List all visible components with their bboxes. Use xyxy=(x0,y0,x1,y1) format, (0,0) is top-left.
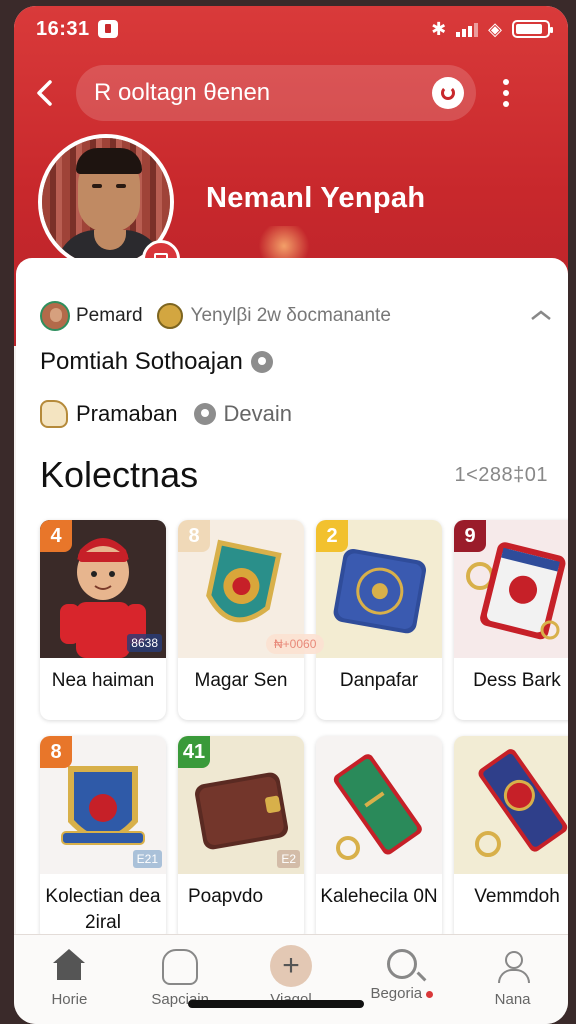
collection-title: Kolectnas xyxy=(40,454,199,495)
signal-icon xyxy=(456,21,479,37)
top-bar: R οoltagn θenen xyxy=(14,58,568,128)
refresh-icon[interactable] xyxy=(432,77,464,109)
meta-name: Pemard xyxy=(76,305,143,326)
nav-add[interactable]: + Viagol xyxy=(236,935,347,1024)
search-text: R οoltagn θenen xyxy=(94,79,271,106)
collection-item[interactable]: 4 8638 Nea haiman xyxy=(40,520,166,720)
item-tag: 8638 xyxy=(127,634,162,652)
profile-meta-row: Pemard Yenylβi 2w δocmanante xyxy=(40,298,552,334)
item-rank-badge: 9 xyxy=(454,520,486,552)
strap-keyring-image xyxy=(316,736,442,874)
phone-screen: 16:31 ✱ ◈ R οoltagn θenen Nemanl Yenpah xyxy=(14,6,568,1024)
location-icon xyxy=(250,351,273,373)
home-icon xyxy=(51,949,87,985)
meta-sub: Yenylβi 2w δocmanante xyxy=(190,305,391,326)
item-label: Kolectian dea 2iral xyxy=(45,886,161,933)
item-rank-badge: 8 xyxy=(178,520,210,552)
chevron-left-icon xyxy=(37,80,52,106)
collection-item[interactable]: Kalehecila 0N xyxy=(316,736,442,942)
profile-name: Nemanl Yenpah xyxy=(206,182,426,214)
subtitle-text: Pomtiah Sothoajan xyxy=(40,348,243,375)
item-label: Nea haiman xyxy=(51,670,155,691)
notification-icon xyxy=(97,20,118,38)
location-value: Devain xyxy=(223,401,292,426)
search-icon xyxy=(386,949,417,979)
bottom-nav: Horie Sapciain + Viagol Begoria Nana xyxy=(14,934,568,1024)
item-label: Magar Sen xyxy=(194,670,288,691)
more-options-button[interactable] xyxy=(476,58,536,128)
hand-icon xyxy=(40,400,68,428)
item-label: Poapvdo xyxy=(188,886,264,907)
item-rank-badge: 8 xyxy=(40,736,72,768)
item-rank-badge: 4 xyxy=(40,520,72,552)
medal-icon xyxy=(156,303,183,329)
pin-icon xyxy=(193,403,216,425)
nav-profile[interactable]: Nana xyxy=(457,935,568,1024)
location-label: Pramaban xyxy=(76,401,178,426)
plus-icon: + xyxy=(269,945,312,987)
profile-subtitle: Pomtiah Sothoajan xyxy=(40,348,273,376)
item-rank-badge: 2 xyxy=(316,520,348,552)
collection-item[interactable]: 41 E2 Poapvdo xyxy=(178,736,304,942)
nav-home[interactable]: Horie xyxy=(14,935,125,1024)
item-rank-badge: 41 xyxy=(178,736,210,768)
nav-shop[interactable]: Sapciain xyxy=(125,935,236,1024)
item-label: Vemmdoh xyxy=(474,886,560,907)
profile-location-row: Pramaban Devain xyxy=(40,400,292,428)
nav-search-label: Begoria xyxy=(370,985,423,1002)
mini-avatar xyxy=(40,301,70,331)
user-icon xyxy=(495,949,531,985)
nav-search[interactable]: Begoria xyxy=(346,935,457,1024)
collection-item[interactable]: Vemmdoh xyxy=(454,736,568,942)
notification-dot xyxy=(426,990,434,998)
bag-icon xyxy=(162,949,199,985)
item-label: Kalehecila 0N xyxy=(320,886,438,907)
nav-home-label: Horie xyxy=(51,991,88,1008)
status-time: 16:31 xyxy=(36,17,90,40)
collection-count: 1<288‡01 xyxy=(454,464,548,486)
profile-card: Pemard Yenylβi 2w δocmanante Pomtiah Sot… xyxy=(16,258,568,958)
lanyard-keychain-image xyxy=(454,736,568,874)
back-button[interactable] xyxy=(14,58,76,128)
bluetooth-icon: ✱ xyxy=(431,18,447,39)
battery-icon xyxy=(512,20,553,38)
item-tag: E21 xyxy=(132,850,162,868)
home-indicator[interactable] xyxy=(188,1000,364,1008)
nav-profile-label: Nana xyxy=(494,991,531,1008)
collection-item[interactable]: 2 Danpafar xyxy=(316,520,442,720)
search-input[interactable]: R οoltagn θenen xyxy=(76,65,476,121)
collection-item[interactable]: 8 E21 Kolectian dea 2iral xyxy=(40,736,166,942)
expand-icon[interactable] xyxy=(530,306,552,327)
price-chip[interactable]: ₦+0060 xyxy=(266,634,325,654)
status-bar: 16:31 ✱ ◈ xyxy=(14,6,568,52)
item-label: Danpafar xyxy=(339,670,419,691)
collection-item[interactable]: 8 Magar Sen xyxy=(178,520,304,720)
item-label: Dess Bark xyxy=(473,670,561,691)
collection-item[interactable]: 9 Dess Bark xyxy=(454,520,568,720)
item-tag: E2 xyxy=(277,850,300,868)
wifi-icon: ◈ xyxy=(488,18,502,39)
